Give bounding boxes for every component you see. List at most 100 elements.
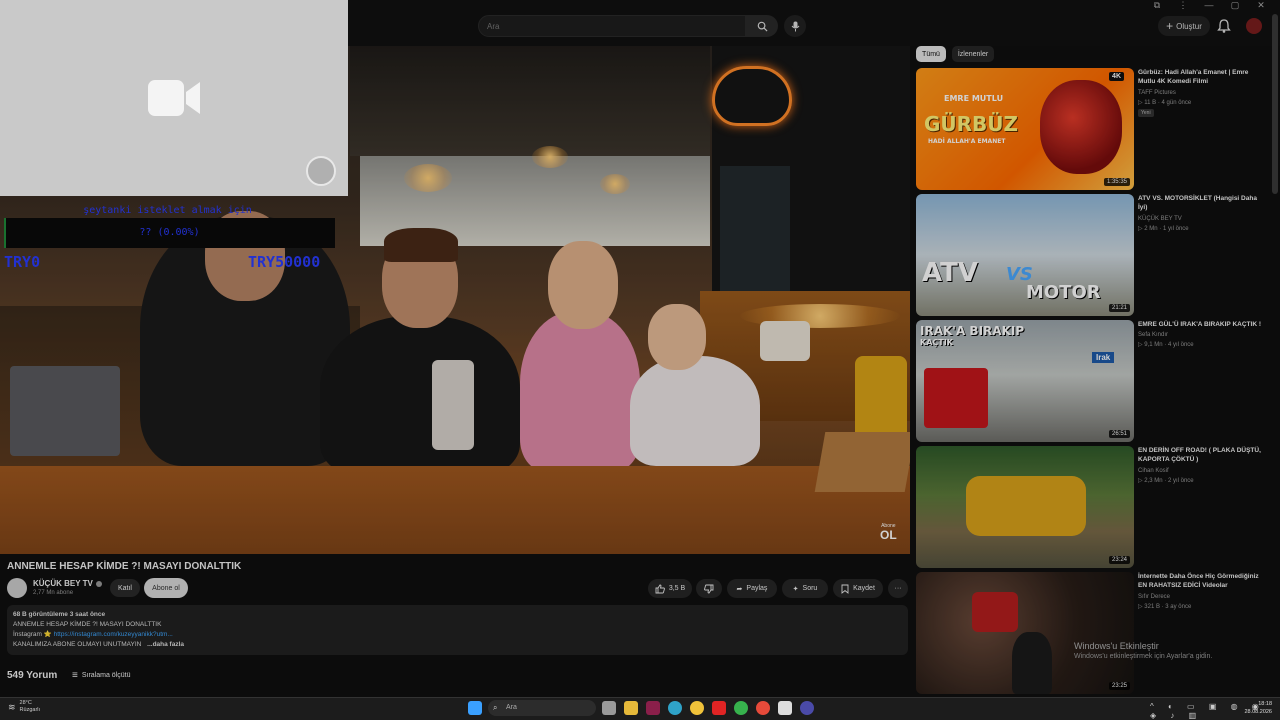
- channel-name[interactable]: Cihan Kosif: [1138, 468, 1169, 474]
- channel-avatar[interactable]: [7, 578, 27, 598]
- description-line: KANALIMIZA ABONE OLMAYI UNUTMAYIN ...dah…: [13, 640, 902, 650]
- task-view-icon[interactable]: [602, 701, 616, 715]
- window-restore-icon[interactable]: ⧉: [1146, 0, 1168, 12]
- subscribe-button[interactable]: Abone ol: [144, 578, 188, 598]
- show-more-link[interactable]: ...daha fazla: [147, 641, 184, 648]
- instagram-link[interactable]: https://instagram.com/kuzeyyanikk?utm...: [54, 631, 173, 638]
- app-icon[interactable]: [734, 701, 748, 715]
- more-actions-button[interactable]: ···: [888, 579, 908, 598]
- recommended-video[interactable]: IRAK'A BIRAKIP KAÇTIK Irak 26:51 EMRE GÜ…: [916, 320, 1264, 442]
- person-woman-head: [548, 241, 618, 329]
- window-menu-icon[interactable]: ⋮: [1172, 0, 1194, 12]
- ceiling-lamp: [404, 164, 452, 192]
- taskbar-search-icon: ⌕: [493, 703, 498, 712]
- file-explorer-icon[interactable]: [624, 701, 638, 715]
- recommended-video[interactable]: EMRE MUTLU GÜRBÜZ HADİ ALLAH'A EMANET 4K…: [916, 68, 1264, 190]
- weather-widget[interactable]: ≋ 28°C Rüzgarlı: [8, 700, 40, 714]
- channel-name[interactable]: KÜÇÜK BEY TV: [1138, 216, 1182, 222]
- recommended-video[interactable]: 23:25 İnternette Daha Önce Hiç Görmediği…: [916, 572, 1264, 694]
- windows-start-icon[interactable]: [468, 701, 482, 715]
- ask-button[interactable]: ✦ Soru: [782, 579, 828, 598]
- window-maximize-button[interactable]: ▢: [1224, 0, 1246, 12]
- voice-search-button[interactable]: [784, 15, 806, 37]
- microphone-icon: [791, 21, 799, 31]
- taskbar-search-label: Ara: [506, 704, 517, 711]
- video-thumbnail[interactable]: ATV VS MOTOR 21:21: [916, 194, 1134, 316]
- thumbnail-truck: [924, 368, 988, 428]
- thumbs-down-icon: [704, 584, 714, 593]
- steam-icon[interactable]: [800, 701, 814, 715]
- watermark-label: OL: [880, 528, 897, 542]
- thumbnail-big-text: IRAK'A BIRAKIP: [920, 324, 1025, 338]
- like-button[interactable]: 3,5 B: [648, 579, 692, 598]
- window-close-button[interactable]: ✕: [1250, 0, 1272, 12]
- description-text: KANALIMIZA ABONE OLMAYI UNUTMAYIN: [13, 641, 142, 648]
- clock-time: 18:18: [1258, 701, 1272, 707]
- video-title[interactable]: EN DERİN OFF ROAD! ( PLAKA DÜŞTÜ, KAPORT…: [1138, 446, 1264, 464]
- thumbnail-sign: Irak: [1092, 352, 1115, 363]
- chrome-browser-icon[interactable]: [690, 701, 704, 715]
- recommended-video[interactable]: ATV VS MOTOR 21:21 ATV VS. MOTORSİKLET (…: [916, 194, 1264, 316]
- app-icon[interactable]: [756, 701, 770, 715]
- bookmark-icon: [841, 584, 849, 594]
- thumbnail-big-text: GÜRBÜZ: [924, 112, 1019, 136]
- video-title[interactable]: İnternette Daha Önce Hiç Görmediğiniz EN…: [1138, 572, 1264, 590]
- page-scrollbar[interactable]: [1272, 14, 1278, 194]
- taskbar-search[interactable]: Ara: [488, 700, 596, 716]
- video-camera-icon: [148, 80, 200, 116]
- chip-all[interactable]: Tümü: [916, 46, 946, 62]
- join-button[interactable]: Katıl: [110, 579, 140, 597]
- video-thumbnail[interactable]: 23:24: [916, 446, 1134, 568]
- thumbs-up-icon: [655, 584, 665, 593]
- restaurant-ceiling: [350, 46, 710, 156]
- recommended-video[interactable]: 23:24 EN DERİN OFF ROAD! ( PLAKA DÜŞTÜ, …: [916, 446, 1264, 568]
- sort-comments-button[interactable]: ≡ Sıralama ölçütü: [72, 670, 130, 681]
- thumbnail-helmet: [1040, 80, 1122, 174]
- ask-label: Soru: [802, 585, 818, 592]
- menu-stand: [814, 432, 910, 492]
- window-minimize-button[interactable]: —: [1198, 0, 1220, 12]
- wooden-table: [0, 466, 910, 554]
- video-title[interactable]: ATV VS. MOTORSİKLET (Hangisi Daha İyi): [1138, 194, 1264, 212]
- notifications-bell-icon[interactable]: [1216, 18, 1232, 34]
- channel-name[interactable]: TAFF Pictures: [1138, 90, 1176, 96]
- search-button[interactable]: [746, 15, 778, 37]
- save-label: Kaydet: [853, 585, 875, 592]
- share-button[interactable]: ➦ Paylaş: [727, 579, 777, 598]
- save-button[interactable]: Kaydet: [833, 579, 883, 598]
- channel-name[interactable]: KÜÇÜK BEY TV: [33, 579, 102, 588]
- channel-name[interactable]: Sıfır Derece: [1138, 594, 1170, 600]
- video-title[interactable]: Gürbüz: Hadi Allah'a Emanet | Emre Mutlu…: [1138, 68, 1264, 86]
- clock-date: 28.08.2026: [1244, 709, 1272, 715]
- chip-watched[interactable]: İzlenenler: [952, 46, 994, 62]
- video-thumbnail[interactable]: EMRE MUTLU GÜRBÜZ HADİ ALLAH'A EMANET 4K…: [916, 68, 1134, 190]
- app-icon[interactable]: [778, 701, 792, 715]
- youtube-app-icon[interactable]: [712, 701, 726, 715]
- channel-name-label: KÜÇÜK BEY TV: [33, 579, 93, 588]
- donation-min-label: TRY0: [4, 253, 41, 271]
- account-avatar[interactable]: [1246, 18, 1262, 34]
- ceiling-lamp: [532, 146, 568, 168]
- video-duration: 21:21: [1108, 304, 1130, 312]
- video-thumbnail[interactable]: 23:25: [916, 572, 1134, 694]
- video-description[interactable]: 68 B görüntüleme 3 saat önce ANNEMLE HES…: [7, 605, 908, 655]
- share-icon: ➦: [736, 585, 743, 593]
- create-button[interactable]: + Oluştur: [1158, 16, 1210, 36]
- taskbar-clock[interactable]: 18:18 28.08.2026: [1236, 700, 1272, 716]
- ceiling-lamp: [600, 174, 630, 194]
- video-thumbnail[interactable]: IRAK'A BIRAKIP KAÇTIK Irak 26:51: [916, 320, 1134, 442]
- edge-browser-icon[interactable]: [668, 701, 682, 715]
- thumbnail-person: [1012, 632, 1052, 694]
- video-title[interactable]: EMRE GÜL'Ü IRAK'A BIRAKIP KAÇTIK !: [1138, 320, 1264, 329]
- search-input[interactable]: Ara: [478, 15, 746, 37]
- subscribe-watermark[interactable]: Abone OL: [880, 524, 897, 542]
- sort-icon: ≡: [72, 670, 78, 681]
- video-meta: ▷ 11 B · 4 gün önce: [1138, 100, 1192, 106]
- doorway: [720, 166, 790, 296]
- thumbnail-top-text: EMRE MUTLU: [944, 94, 1004, 103]
- channel-name[interactable]: Sefa Kındır: [1138, 332, 1168, 338]
- video-title: ANNEMLE HESAP KİMDE ?! MASAYI DONALTTIK: [7, 561, 242, 572]
- dislike-button[interactable]: [696, 579, 722, 598]
- app-icon[interactable]: [646, 701, 660, 715]
- activation-subtitle: Windows'u etkinleştirmek için Ayarlar'a …: [1074, 653, 1213, 660]
